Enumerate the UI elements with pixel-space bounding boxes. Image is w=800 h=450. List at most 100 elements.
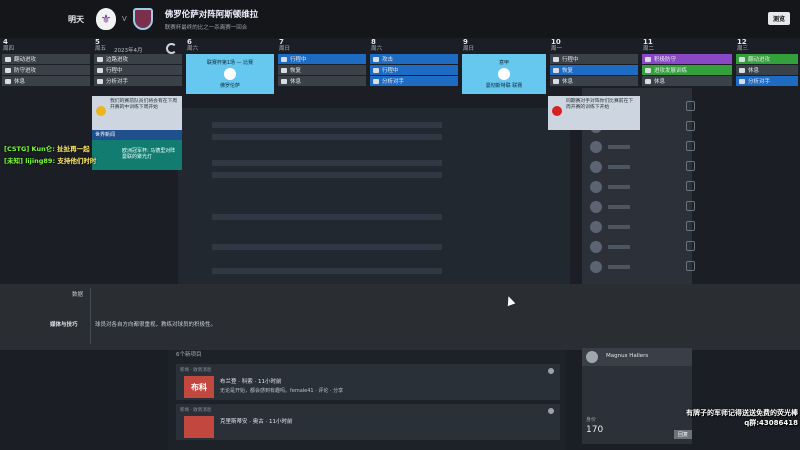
training-label: 积极防守 (654, 57, 677, 63)
club-crest-icon (498, 68, 510, 80)
player-icon (590, 261, 602, 273)
training-slot[interactable]: 恢复 (278, 65, 366, 75)
training-slot[interactable]: 行程中 (550, 54, 638, 64)
day-header: 8 周六 (368, 38, 460, 54)
day-number: 4 (3, 38, 8, 46)
training-slot[interactable]: 休息 (2, 76, 90, 86)
training-icon (373, 56, 379, 62)
squad-row[interactable] (590, 180, 695, 194)
calendar-day-6[interactable]: 6 周六 联赛杯第1场 — 比赛 佛罗伦萨 (184, 38, 276, 96)
training-label: 分析对手 (748, 79, 771, 85)
calendar-day-11[interactable]: 11 周二 积极防守 进攻发展训练 休息 (640, 38, 734, 96)
training-slot[interactable]: 休息 (736, 65, 798, 75)
day-number: 12 (737, 38, 747, 46)
checkbox-icon[interactable] (686, 241, 695, 251)
training-icon (739, 78, 745, 84)
weekday-label: 周二 (643, 46, 655, 52)
training-slot[interactable]: 进攻发展训练 (642, 65, 732, 75)
champions-cup-card[interactable]: 欧洲冠军杯: 马德里对阵曼联的聚光灯 (92, 140, 182, 170)
checkbox-icon[interactable] (686, 261, 695, 271)
browse-button[interactable]: 测览 (768, 12, 790, 25)
chat-user: [未知] lijing89: (4, 157, 56, 165)
training-slot[interactable]: 恢复 (550, 65, 638, 75)
calendar-day-7[interactable]: 7 周日 行程中 恢复 休息 (276, 38, 368, 96)
news-thumbnail: 布科 (184, 376, 214, 398)
training-slot[interactable]: 休息 (278, 76, 366, 86)
news-thumbnail (184, 416, 214, 438)
checkbox-icon[interactable] (686, 141, 695, 151)
reply-button[interactable]: 回复 (674, 430, 692, 439)
close-icon[interactable] (548, 368, 554, 374)
training-slot[interactable]: 翻动进攻 (736, 54, 798, 64)
ghost-line (212, 214, 442, 220)
training-slot[interactable]: 行程中 (278, 54, 366, 64)
training-slot[interactable]: 休息 (642, 76, 732, 86)
training-label: 边路进攻 (106, 57, 129, 63)
calendar-day-9[interactable]: 9 周日 意甲 曼彻斯特联 联赛 (460, 38, 548, 96)
news-feed: 6个新项目 新闻 · 收到消息 布科 布兰登 · 科索 · 11小时前 无论是开… (168, 350, 566, 450)
chat-line: [CSTG] Kun仑: 扯扯再一起 (4, 143, 96, 155)
squad-row[interactable] (590, 220, 695, 234)
training-label: 翻动进攻 (748, 57, 771, 63)
calendar-day-4[interactable]: 4 周四翻动进攻 防守进攻 休息 (0, 38, 92, 96)
training-slot[interactable]: 攻击 (370, 54, 458, 64)
checkbox-icon[interactable] (686, 121, 695, 131)
training-icon (97, 67, 103, 73)
player-name: Magnus Hallers (606, 353, 649, 359)
squad-row[interactable] (590, 240, 695, 254)
notification-text: 同期赛对手对阵你们比赛前在下周开赛的训练下开始 (566, 99, 634, 110)
calendar-day-8[interactable]: 8 周六 攻击 行程中 分析对手 (368, 38, 460, 96)
player-icon (590, 141, 602, 153)
squad-row[interactable] (590, 140, 695, 154)
weekday-label: 周三 (737, 46, 749, 52)
training-slot[interactable]: 行程中 (94, 65, 182, 75)
ghost-line (212, 172, 442, 178)
day-number: 10 (551, 38, 561, 46)
training-slot[interactable]: 分析对手 (736, 76, 798, 86)
chat-line: [未知] lijing89: 支持他们时时 (4, 155, 96, 167)
checkbox-icon[interactable] (686, 101, 695, 111)
checkbox-icon[interactable] (686, 201, 695, 211)
checkbox-icon[interactable] (686, 161, 695, 171)
weekday-label: 周一 (551, 46, 563, 52)
day-header: 7 周日 (276, 38, 368, 54)
training-icon (739, 67, 745, 73)
notification-card[interactable]: 同期赛对手对阵你们比赛前在下周开赛的训练下开始 (548, 96, 640, 130)
training-slot[interactable]: 积极防守 (642, 54, 732, 64)
weekday-label: 周四 (3, 46, 15, 52)
squad-row[interactable] (590, 200, 695, 214)
news-item[interactable]: 新闻 · 收到消息 克里斯蒂安 · 奥古 · 11小时前 (176, 404, 560, 440)
training-slot[interactable]: 休息 (550, 76, 638, 86)
training-slot[interactable]: 边路进攻 (94, 54, 182, 64)
training-slot[interactable]: 翻动进攻 (2, 54, 90, 64)
news-item[interactable]: 新闻 · 收到消息 布科 布兰登 · 科索 · 11小时前 无论是开始，都会感到… (176, 364, 560, 400)
calendar-day-12[interactable]: 12 周三翻动进攻休息分析对手 (734, 38, 800, 96)
checkbox-icon[interactable] (686, 181, 695, 191)
training-slot[interactable]: 分析对手 (94, 76, 182, 86)
news-count: 6个新项目 (176, 352, 202, 358)
training-slot[interactable]: 防守进攻 (2, 65, 90, 75)
weekday-label: 周日 (463, 46, 475, 52)
stream-overlay: 有牌子的军师记得送送免费的荧光棒 q群:43086418 (672, 408, 798, 428)
player-row[interactable]: Magnus Hallers (582, 348, 692, 366)
training-label: 休息 (748, 68, 760, 74)
calendar-day-10[interactable]: 10 周一行程中恢复休息 (548, 38, 640, 96)
training-slot[interactable]: 行程中 (370, 65, 458, 75)
squad-row[interactable] (590, 260, 695, 274)
training-label: 恢复 (562, 68, 574, 74)
close-icon[interactable] (548, 408, 554, 414)
day-number: 6 (187, 38, 192, 46)
match-header: 明天 ⚜ V 佛罗伦萨对阵阿斯顿维拉 联赛杯最终的比之一杀离赛一回合 测览 (0, 0, 800, 38)
training-slot[interactable]: 分析对手 (370, 76, 458, 86)
squad-row[interactable] (590, 160, 695, 174)
match-day-card[interactable]: 意甲 曼彻斯特联 联赛 (462, 54, 546, 94)
training-label: 休息 (562, 79, 574, 85)
match-day-card[interactable]: 联赛杯第1场 — 比赛 佛罗伦萨 (186, 54, 274, 94)
match-card-bottom: 佛罗伦萨 (219, 83, 240, 89)
player-name-line (608, 185, 630, 189)
notification-card[interactable]: 我们的赛前队员们将会有在下周开赛的中训练下周开始 (92, 96, 182, 130)
news-source: 新闻 · 收到消息 (180, 408, 212, 413)
world-news-chip[interactable]: 世界新闻 (92, 130, 182, 140)
match-card-bottom: 曼彻斯特联 联赛 (485, 83, 523, 89)
checkbox-icon[interactable] (686, 221, 695, 231)
